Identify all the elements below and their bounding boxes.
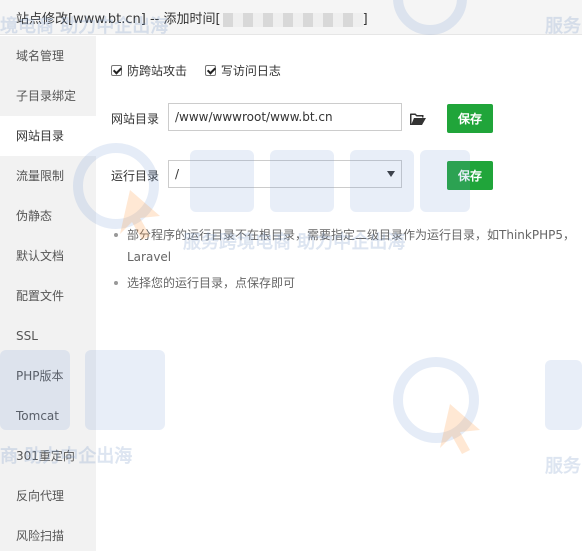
site-dir-save-button[interactable]: 保存	[447, 104, 493, 133]
sidebar-item-reverse-proxy[interactable]: 反向代理	[0, 476, 96, 516]
help-tips: 部分程序的运行目录不在根目录，需要指定二级目录作为运行目录，如ThinkPHP5…	[111, 224, 581, 294]
sidebar-item-tomcat[interactable]: Tomcat	[0, 396, 96, 436]
main-panel: 防跨站攻击 写访问日志 网站目录 /www/wwwroot/www.bt.cn …	[96, 36, 582, 551]
run-dir-value: /	[175, 167, 180, 181]
tip-item: 选择您的运行目录，点保存即可	[111, 272, 581, 294]
sidebar-item-rewrite[interactable]: 伪静态	[0, 196, 96, 236]
window-title-end: ]	[362, 12, 368, 27]
sidebar-item-traffic-limit[interactable]: 流量限制	[0, 156, 96, 196]
cross-site-label: 防跨站攻击	[127, 64, 188, 78]
sidebar-item-redirect-301[interactable]: 301重定向	[0, 436, 96, 476]
folder-open-icon[interactable]	[410, 112, 426, 126]
window-title-text: 站点修改[www.bt.cn] -- 添加时间[	[16, 12, 221, 27]
window-title: 站点修改[www.bt.cn] -- 添加时间[]	[16, 8, 368, 27]
run-dir-select[interactable]: /	[168, 160, 402, 188]
site-dir-input[interactable]: /www/wwwroot/www.bt.cn	[168, 103, 402, 131]
sidebar-item-config-file[interactable]: 配置文件	[0, 276, 96, 316]
sidebar-item-risk-scan[interactable]: 风险扫描	[0, 516, 96, 556]
run-dir-save-button[interactable]: 保存	[447, 161, 493, 190]
run-dir-label: 运行目录	[111, 169, 160, 183]
access-log-checkbox[interactable]	[204, 65, 216, 76]
sidebar-item-subdir-binding[interactable]: 子目录绑定	[0, 76, 96, 116]
tip-text: 部分程序的运行目录不在根目录，需要指定二级目录作为运行目录，如ThinkPHP5…	[127, 228, 575, 264]
tip-item: 部分程序的运行目录不在根目录，需要指定二级目录作为运行目录，如ThinkPHP5…	[111, 224, 581, 268]
site-dir-label: 网站目录	[111, 112, 160, 126]
redacted-timestamp	[222, 12, 363, 27]
sidebar: 域名管理 子目录绑定 网站目录 流量限制 伪静态 默认文档 配置文件 SSL P…	[0, 36, 96, 551]
sidebar-item-default-doc[interactable]: 默认文档	[0, 236, 96, 276]
site-dir-value: /www/wwwroot/www.bt.cn	[175, 110, 333, 124]
access-log-option[interactable]: 写访问日志	[204, 62, 281, 79]
title-bar: 站点修改[www.bt.cn] -- 添加时间[]	[0, 0, 582, 35]
access-log-label: 写访问日志	[220, 64, 281, 78]
cross-site-checkbox[interactable]	[111, 65, 122, 76]
tip-text: 选择您的运行目录，点保存即可	[127, 276, 296, 290]
sidebar-item-ssl[interactable]: SSL	[0, 316, 96, 356]
options-row: 防跨站攻击 写访问日志	[111, 62, 295, 79]
sidebar-item-domain[interactable]: 域名管理	[0, 36, 96, 76]
sidebar-item-php-version[interactable]: PHP版本	[0, 356, 96, 396]
chevron-down-icon	[387, 171, 395, 177]
sidebar-item-site-dir[interactable]: 网站目录	[0, 116, 96, 156]
cross-site-option[interactable]: 防跨站攻击	[111, 62, 187, 79]
